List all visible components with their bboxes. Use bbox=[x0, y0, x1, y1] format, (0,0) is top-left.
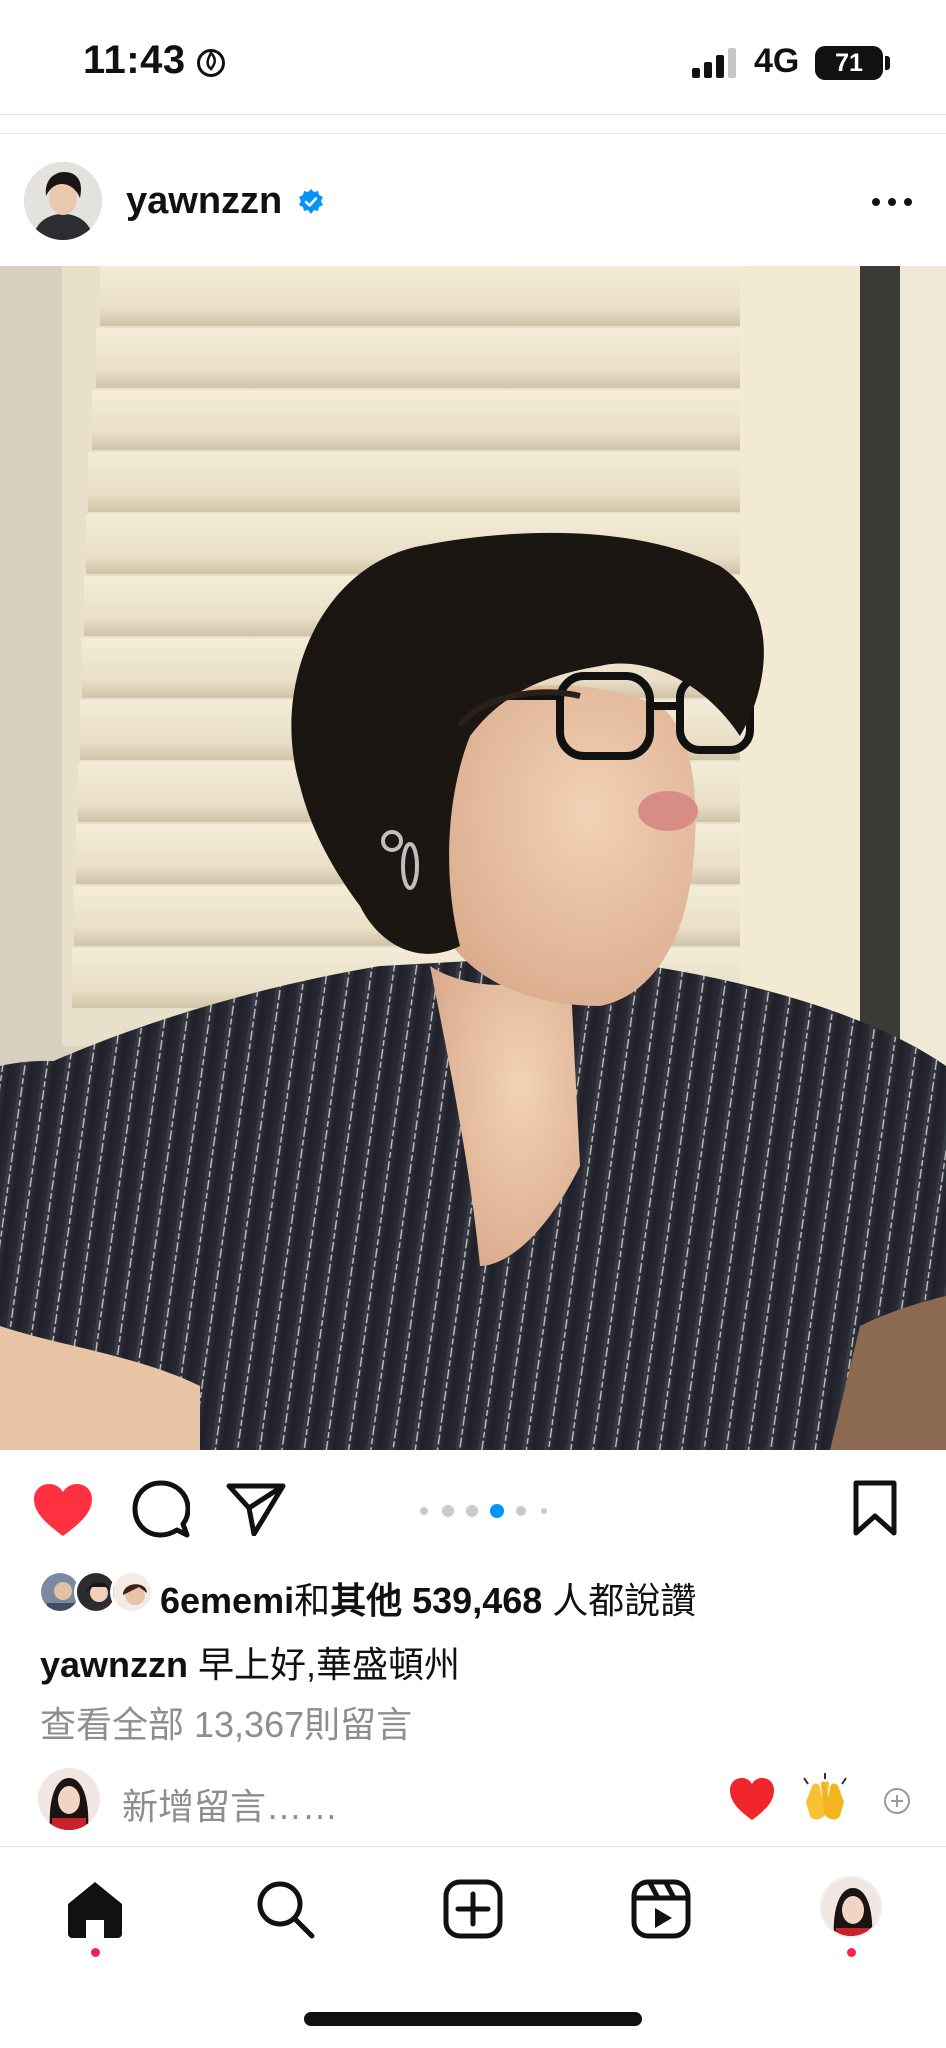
divider bbox=[0, 1846, 946, 1847]
author-avatar[interactable] bbox=[24, 162, 102, 240]
caption-text: 早上好,華盛頓州 bbox=[198, 1644, 461, 1685]
verified-badge-icon bbox=[299, 189, 323, 214]
save-bookmark-icon[interactable] bbox=[852, 1480, 898, 1536]
share-send-icon[interactable] bbox=[226, 1482, 286, 1536]
carousel-dots bbox=[420, 1504, 547, 1518]
battery-nub bbox=[885, 56, 890, 70]
view-all-comments-link[interactable]: 查看全部 13,367則留言 bbox=[40, 1696, 412, 1748]
home-notification-dot bbox=[91, 1948, 100, 1957]
likes-others[interactable]: 其他 bbox=[330, 1580, 402, 1621]
comment-icon[interactable] bbox=[132, 1480, 190, 1538]
post-photo-image bbox=[0, 266, 946, 1450]
likes-text[interactable]: 6ememi和其他 539,468 人都說讚 bbox=[160, 1572, 696, 1624]
post-photo[interactable] bbox=[0, 266, 946, 1450]
caption-username[interactable]: yawnzzn bbox=[40, 1644, 188, 1685]
avatar-image bbox=[24, 162, 102, 240]
likes-count[interactable]: 539,468 bbox=[412, 1580, 542, 1621]
flame-icon bbox=[197, 49, 225, 77]
add-reaction-icon[interactable] bbox=[882, 1786, 912, 1816]
post-username[interactable]: yawnzzn bbox=[126, 180, 282, 223]
home-indicator bbox=[304, 2012, 642, 2026]
battery-indicator: 71 bbox=[815, 46, 883, 80]
profile-tab-avatar[interactable] bbox=[820, 1876, 882, 1938]
more-options-icon[interactable] bbox=[868, 190, 916, 214]
divider bbox=[0, 133, 946, 134]
quick-reaction-raised-hands[interactable] bbox=[798, 1772, 852, 1826]
create-post-icon[interactable] bbox=[440, 1876, 506, 1942]
likes-suffix: 人都說讚 bbox=[552, 1580, 697, 1621]
like-heart-icon[interactable] bbox=[32, 1482, 94, 1538]
post-caption: yawnzzn 早上好,華盛頓州 bbox=[40, 1636, 460, 1688]
add-comment-row: 新增留言…… bbox=[0, 1766, 946, 1836]
post-header: yawnzzn bbox=[0, 152, 946, 268]
network-type: 4G bbox=[754, 42, 800, 80]
divider bbox=[0, 114, 946, 115]
likes-summary[interactable]: 6ememi和其他 539,468 人都說讚 bbox=[0, 1568, 946, 1621]
search-icon[interactable] bbox=[252, 1876, 318, 1942]
home-icon[interactable] bbox=[62, 1876, 128, 1942]
quick-reaction-heart[interactable] bbox=[728, 1776, 776, 1822]
likes-connector: 和 bbox=[294, 1580, 331, 1621]
signal-icon bbox=[692, 48, 736, 78]
current-user-avatar bbox=[38, 1768, 100, 1830]
profile-notification-dot bbox=[847, 1948, 856, 1957]
status-bar: 11:43 4G 71 bbox=[0, 0, 946, 118]
reels-icon[interactable] bbox=[628, 1876, 694, 1942]
post-actions bbox=[0, 1452, 946, 1562]
add-comment-input[interactable]: 新增留言…… bbox=[122, 1778, 338, 1830]
first-liker[interactable]: 6ememi bbox=[160, 1580, 294, 1621]
liker-avatar bbox=[110, 1570, 154, 1614]
status-time: 11:43 bbox=[83, 38, 186, 82]
